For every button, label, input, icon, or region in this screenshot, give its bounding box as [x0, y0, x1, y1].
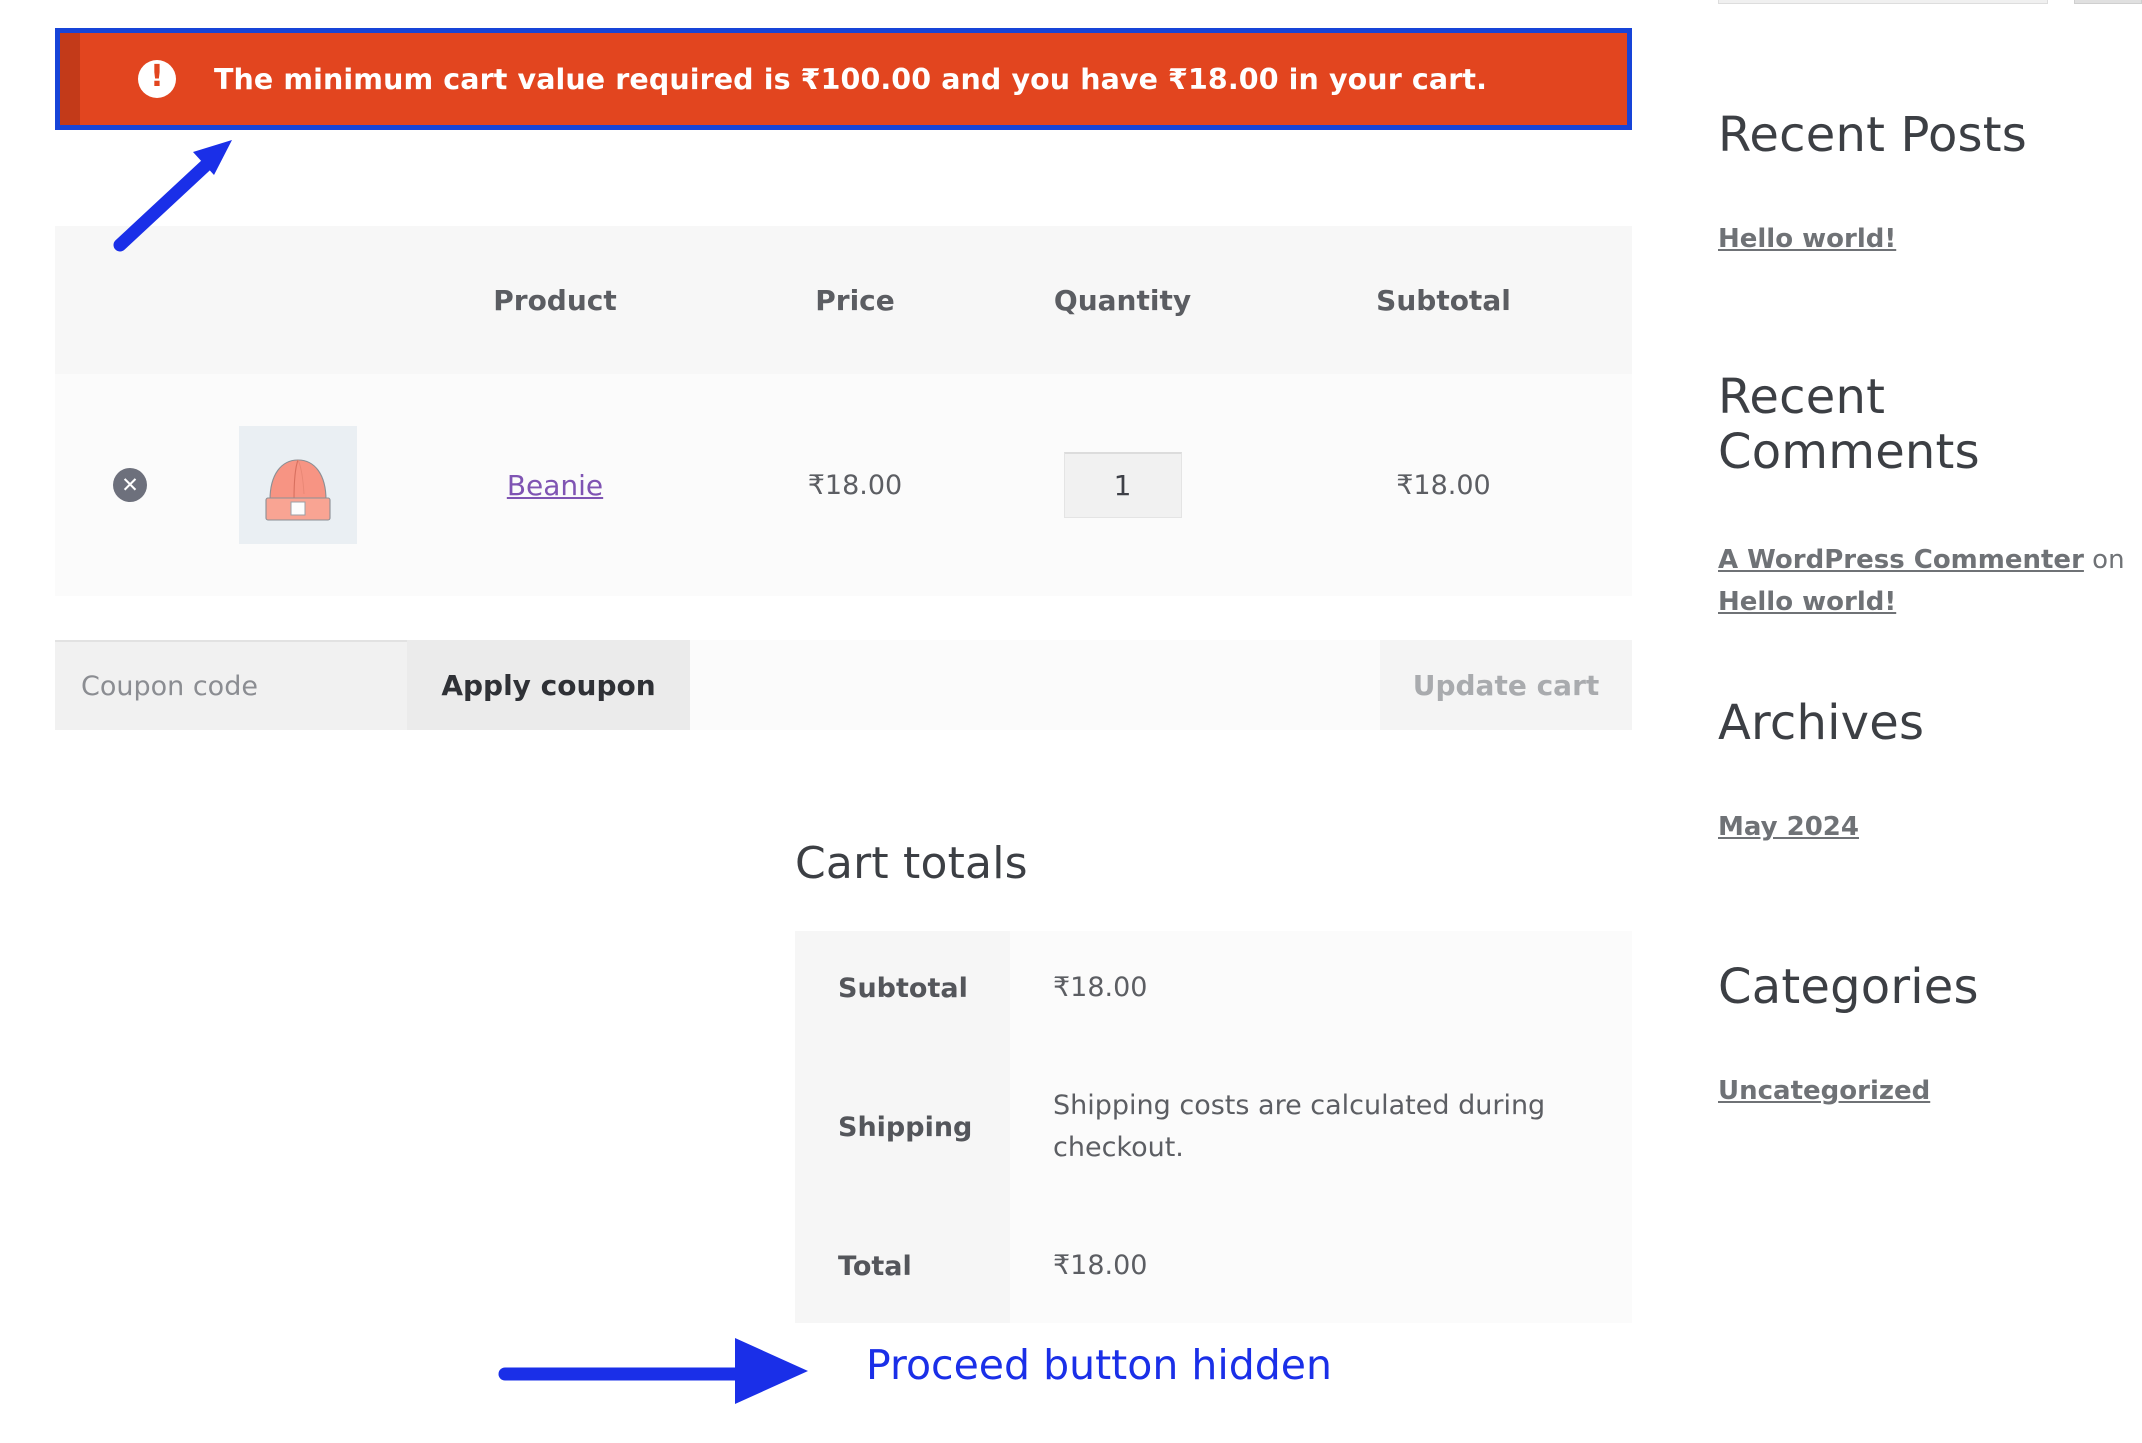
- exclamation-circle-icon: !: [138, 60, 176, 98]
- cart-items-table: Product Price Quantity Subtotal ✕ Beanie…: [55, 226, 1632, 596]
- search-input[interactable]: [1718, 0, 2048, 4]
- cart-table-body: ✕ Beanie ₹18.00 1 ₹18.00: [55, 374, 1632, 596]
- totals-value-subtotal: ₹18.00: [1010, 931, 1632, 1045]
- list-item[interactable]: Uncategorized: [1718, 1076, 1930, 1106]
- coupon-code-input[interactable]: [55, 640, 407, 730]
- coupon-spacer: [690, 640, 1380, 730]
- coupon-row: Apply coupon Update cart: [55, 640, 1632, 730]
- remove-item-button[interactable]: ✕: [113, 468, 147, 503]
- header-product: Product: [390, 226, 720, 374]
- comment-joiner: on: [2083, 545, 2125, 576]
- cart-table-header-row: Product Price Quantity Subtotal: [55, 226, 1632, 374]
- cell-quantity: [990, 374, 1255, 596]
- totals-label-total: Total: [795, 1209, 1010, 1323]
- comment-post-link[interactable]: Hello world!: [1718, 587, 1896, 617]
- notice-message: The minimum cart value required is ₹100.…: [214, 62, 1487, 96]
- cell-price: ₹18.00: [720, 374, 990, 596]
- totals-label-shipping: Shipping: [795, 1045, 1010, 1209]
- totals-label-subtotal: Subtotal: [795, 931, 1010, 1045]
- totals-value-total: ₹18.00: [1010, 1209, 1632, 1323]
- widget-title-recent-comments: Recent Comments: [1718, 369, 1980, 481]
- cart-page: ! The minimum cart value required is ₹10…: [0, 0, 2142, 1443]
- header-subtotal: Subtotal: [1255, 226, 1632, 374]
- minimum-cart-value-notice: ! The minimum cart value required is ₹10…: [55, 28, 1632, 130]
- widget-title-categories: Categories: [1718, 959, 1979, 1015]
- quantity-input[interactable]: [1063, 452, 1182, 518]
- cell-thumbnail: [205, 374, 390, 596]
- notice-body: ! The minimum cart value required is ₹10…: [60, 33, 1627, 125]
- widget-recent-posts: Recent Posts Hello world!: [1718, 107, 2142, 259]
- categories-list: Uncategorized: [1718, 1073, 2142, 1111]
- cell-remove: ✕: [55, 374, 205, 596]
- widget-title-recent-posts: Recent Posts: [1718, 107, 2027, 163]
- list-item[interactable]: May 2024: [1718, 812, 1859, 842]
- cell-product-name: Beanie: [390, 374, 720, 596]
- annotation-proceed-label: Proceed button hidden: [866, 1341, 1332, 1389]
- totals-value-shipping: Shipping costs are calculated during che…: [1010, 1045, 1632, 1209]
- cart-totals-section: Cart totals Subtotal ₹18.00 Shipping Shi…: [795, 838, 1632, 1323]
- apply-coupon-button[interactable]: Apply coupon: [407, 640, 690, 730]
- widget-categories: Categories Uncategorized: [1718, 959, 2142, 1111]
- totals-row-subtotal: Subtotal ₹18.00: [795, 931, 1632, 1045]
- recent-posts-list: Hello world!: [1718, 221, 2142, 259]
- header-price: Price: [720, 226, 990, 374]
- cart-totals-title: Cart totals: [795, 838, 1028, 889]
- list-item[interactable]: Hello world!: [1718, 224, 1896, 254]
- comment-author-link[interactable]: A WordPress Commenter: [1718, 545, 2084, 575]
- widget-archives: Archives May 2024: [1718, 695, 2142, 847]
- archives-list: May 2024: [1718, 809, 2142, 847]
- list-item: A WordPress Commenter on Hello world!: [1718, 545, 2125, 617]
- cell-subtotal: ₹18.00: [1255, 374, 1632, 596]
- table-row: ✕ Beanie ₹18.00 1 ₹18.00: [55, 374, 1632, 596]
- header-quantity: Quantity: [990, 226, 1255, 374]
- widget-title-archives: Archives: [1718, 695, 1925, 751]
- header-remove: [55, 226, 205, 374]
- recent-comments-list: A WordPress Commenter on Hello world!: [1718, 536, 2142, 622]
- totals-row-total: Total ₹18.00: [795, 1209, 1632, 1323]
- cart-table-head: Product Price Quantity Subtotal: [55, 226, 1632, 374]
- cart-totals-table: Subtotal ₹18.00 Shipping Shipping costs …: [795, 931, 1632, 1323]
- beanie-thumbnail[interactable]: [238, 426, 357, 544]
- product-link[interactable]: Beanie: [507, 469, 603, 502]
- update-cart-button[interactable]: Update cart: [1380, 640, 1632, 730]
- widget-recent-comments: Recent Comments A WordPress Commenter on…: [1718, 369, 2142, 622]
- header-thumbnail: [205, 226, 390, 374]
- search-button[interactable]: [2074, 0, 2142, 4]
- annotation-arrow-proceed: [498, 1338, 808, 1404]
- totals-row-shipping: Shipping Shipping costs are calculated d…: [795, 1045, 1632, 1209]
